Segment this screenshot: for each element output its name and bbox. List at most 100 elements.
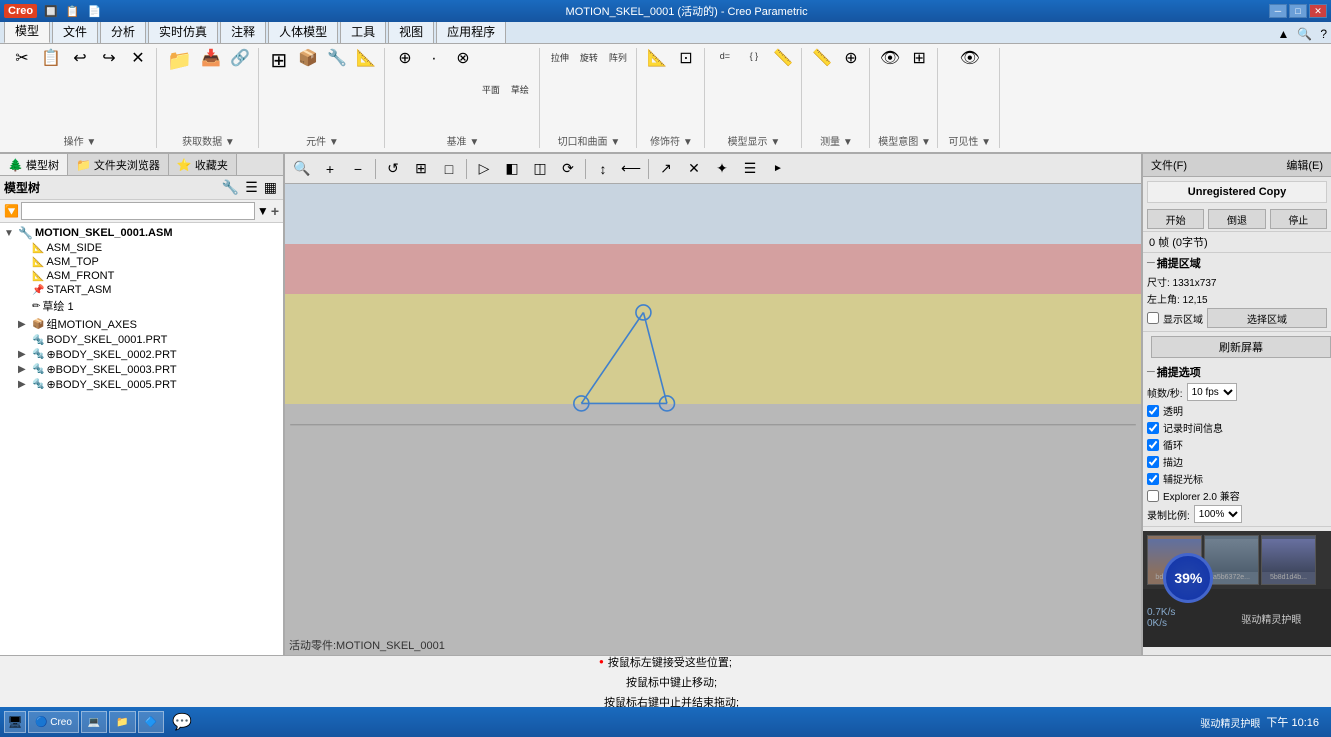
rb-undo[interactable]: ↩ xyxy=(66,48,94,131)
titlebar-ctrl1[interactable]: 📋 xyxy=(63,5,83,18)
search-add-button[interactable]: + xyxy=(271,203,279,219)
start-button[interactable]: 🖥 xyxy=(4,711,26,733)
thumb-3[interactable]: 5b8d1d4b... xyxy=(1261,535,1316,585)
rb-visible[interactable]: 👁 xyxy=(956,48,984,131)
tree-item-body0002[interactable]: ▶ 🔩 ⊕BODY_SKEL_0002.PRT xyxy=(2,347,281,362)
rb-csys[interactable]: ⊗ xyxy=(449,48,477,131)
tab-analysis[interactable]: 分析 xyxy=(100,19,146,43)
tab-annotation[interactable]: 注释 xyxy=(220,19,266,43)
loop-checkbox[interactable] xyxy=(1147,439,1159,451)
rb-place[interactable]: 📐 xyxy=(352,48,380,131)
tree-view-button[interactable]: ▦ xyxy=(262,178,279,197)
rb-open[interactable]: 📁 xyxy=(163,48,196,131)
rb-brace[interactable]: { } xyxy=(740,48,768,131)
tree-item-root[interactable]: ▼ 🔧 MOTION_SKEL_0001.ASM xyxy=(2,225,281,241)
panel-tab-modeltree[interactable]: 🌲 模型树 xyxy=(0,154,68,175)
vp-shading4[interactable]: ⟳ xyxy=(555,157,581,181)
tree-item-body0001[interactable]: 🔩 BODY_SKEL_0001.PRT xyxy=(2,333,281,347)
vp-extra1[interactable]: ✕ xyxy=(681,157,707,181)
titlebar-ctrl2[interactable]: 📄 xyxy=(84,5,104,18)
tab-human[interactable]: 人体模型 xyxy=(268,19,338,43)
rb-paste[interactable]: 📋 xyxy=(37,48,65,131)
vp-section[interactable]: ⟵ xyxy=(618,157,644,181)
tree-settings-button[interactable]: 🔧 xyxy=(220,178,241,197)
viewport-canvas[interactable]: 活动零件:MOTION_SKEL_0001 xyxy=(285,184,1141,655)
vp-zoom-out[interactable]: − xyxy=(345,157,371,181)
rb-axis[interactable]: ⊕ xyxy=(391,48,419,131)
rb-plane[interactable]: 平面 xyxy=(478,48,506,131)
scale-select[interactable]: 100% 75% 50% xyxy=(1194,505,1242,523)
taskbar-browser[interactable]: 💻 xyxy=(81,711,107,733)
tab-view[interactable]: 视图 xyxy=(388,19,434,43)
panel-tab-browser[interactable]: 📁 文件夹浏览器 xyxy=(68,154,169,175)
search-dropdown-icon[interactable]: ▼ xyxy=(257,204,269,218)
tree-columns-button[interactable]: ☰ xyxy=(243,178,260,197)
rb-assemble[interactable]: ⊞ xyxy=(265,48,293,131)
vp-shading3[interactable]: ◫ xyxy=(527,157,553,181)
stop-button[interactable]: 停止 xyxy=(1270,209,1327,229)
panel-tab-favorites[interactable]: ⭐ 收藏夹 xyxy=(169,154,237,175)
tree-item-body0005[interactable]: ▶ 🔩 ⊕BODY_SKEL_0005.PRT xyxy=(2,377,281,392)
tree-item-start-asm[interactable]: 📌 START_ASM xyxy=(2,283,281,297)
edge-checkbox[interactable] xyxy=(1147,456,1159,468)
tree-item-asm-front[interactable]: 📐 ASM_FRONT xyxy=(2,269,281,283)
tree-item-sketch[interactable]: ✏ 草绘 1 xyxy=(2,297,281,315)
maximize-button[interactable]: □ xyxy=(1289,4,1307,18)
vp-zoom-fit[interactable]: 🔍 xyxy=(289,157,315,181)
rp-edit-menu[interactable]: 编辑(E) xyxy=(1282,156,1327,174)
rb-intent2[interactable]: ⊞ xyxy=(905,48,933,131)
vp-zoom-in[interactable]: + xyxy=(317,157,343,181)
taskbar-creo[interactable]: 🔵 Creo xyxy=(28,711,79,733)
vp-manage[interactable]: ↗ xyxy=(653,157,679,181)
tab-tools[interactable]: 工具 xyxy=(340,19,386,43)
display-area-checkbox[interactable] xyxy=(1147,312,1159,324)
rb-revolve[interactable]: 旋转 xyxy=(575,48,603,131)
start-button[interactable]: 开始 xyxy=(1147,209,1204,229)
tab-simulation[interactable]: 实时仿真 xyxy=(148,19,218,43)
taskbar-explorer[interactable]: 📁 xyxy=(109,711,135,733)
rb-import[interactable]: 📥 xyxy=(197,48,225,131)
titlebar-menu-icon[interactable]: 🔲 xyxy=(41,5,61,18)
rb-measure[interactable]: 📏 xyxy=(808,48,836,131)
taskbar-app1[interactable]: 🔷 xyxy=(138,711,164,733)
tree-item-body0003[interactable]: ▶ 🔩 ⊕BODY_SKEL_0003.PRT xyxy=(2,362,281,377)
rb-chamfer[interactable]: 📐 xyxy=(643,48,671,131)
explorer-checkbox[interactable] xyxy=(1147,490,1159,502)
tab-apps[interactable]: 应用程序 xyxy=(436,19,506,43)
vp-rotate[interactable]: ↺ xyxy=(380,157,406,181)
ribbon-search-icon[interactable]: 🔍 xyxy=(1293,25,1316,43)
vp-orient[interactable]: ⊞ xyxy=(408,157,434,181)
rb-sketch[interactable]: 草绘 xyxy=(507,48,535,131)
rp-file-menu[interactable]: 文件(F) xyxy=(1147,156,1191,174)
tree-item-asm-top[interactable]: 📐 ASM_TOP xyxy=(2,255,281,269)
vp-named-view[interactable]: □ xyxy=(436,157,462,181)
vp-more[interactable]: ► xyxy=(765,157,791,181)
rb-extrude[interactable]: 拉伸 xyxy=(546,48,574,131)
rb-dim[interactable]: d= xyxy=(711,48,739,131)
tree-item-asm-side[interactable]: 📐 ASM_SIDE xyxy=(2,241,281,255)
vp-perspective[interactable]: ↕ xyxy=(590,157,616,181)
rb-repeat[interactable]: 🔧 xyxy=(323,48,351,131)
rb-link[interactable]: 🔗 xyxy=(226,48,254,131)
record-info-checkbox[interactable] xyxy=(1147,422,1159,434)
vp-extra3[interactable]: ☰ xyxy=(737,157,763,181)
tree-item-motion-axes[interactable]: ▶ 📦 组MOTION_AXES xyxy=(2,315,281,333)
vp-shading1[interactable]: ▷ xyxy=(471,157,497,181)
rb-redo[interactable]: ↪ xyxy=(95,48,123,131)
ribbon-search-up[interactable]: ▲ xyxy=(1273,25,1293,43)
ribbon-help[interactable]: ? xyxy=(1316,25,1331,43)
close-button[interactable]: ✕ xyxy=(1309,4,1327,18)
rb-array[interactable]: 阵列 xyxy=(604,48,632,131)
taskbar-app2[interactable]: 💬 xyxy=(166,711,198,733)
transparent-checkbox[interactable] xyxy=(1147,405,1159,417)
select-area-button[interactable]: 选择区域 xyxy=(1207,308,1327,328)
vp-extra2[interactable]: ✦ xyxy=(709,157,735,181)
refresh-button[interactable]: 刷新屏幕 xyxy=(1151,336,1331,358)
rb-point[interactable]: · xyxy=(420,48,448,131)
fps-select[interactable]: 10 fps 15 fps 24 fps 30 fps xyxy=(1187,383,1237,401)
rb-cut[interactable]: ✂ xyxy=(8,48,36,131)
rb-ruler[interactable]: 📏 xyxy=(769,48,797,131)
rb-delete[interactable]: ✕ xyxy=(124,48,152,131)
rb-fillet[interactable]: ⊡ xyxy=(672,48,700,131)
search-input[interactable] xyxy=(21,202,255,220)
